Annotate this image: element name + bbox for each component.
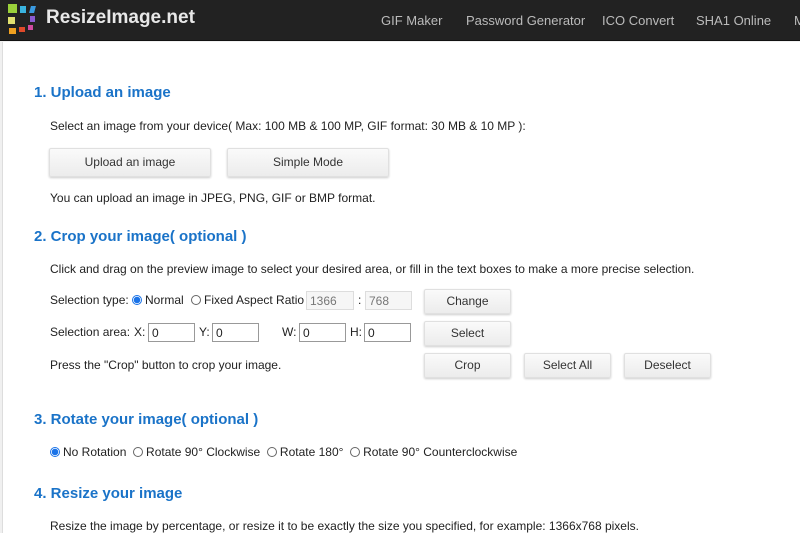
upload-desc: Select an image from your device( Max: 1… [50, 119, 526, 133]
crop-button[interactable]: Crop [424, 353, 511, 378]
crop-instructions: Press the "Crop" button to crop your ima… [50, 358, 282, 372]
crop-title: 2. Crop your image( optional ) [34, 228, 247, 245]
change-button[interactable]: Change [424, 289, 511, 314]
logo-icon[interactable] [6, 4, 40, 36]
top-navbar: ResizeImage.net GIF Maker Password Gener… [0, 0, 800, 41]
rotate-title: 3. Rotate your image( optional ) [34, 411, 259, 428]
radio-unchecked-icon [266, 447, 277, 457]
h-label: H: [350, 325, 362, 339]
x-label: X: [134, 325, 146, 339]
w-label: W: [282, 325, 297, 339]
ratio-width-input[interactable] [306, 291, 354, 310]
h-input[interactable] [364, 323, 411, 342]
nav-sha1-online[interactable]: SHA1 Online [696, 13, 771, 28]
radio-checked-icon [50, 447, 60, 457]
rotate-option-label: Rotate 90° Clockwise [146, 445, 261, 459]
radio-unchecked-icon [191, 295, 201, 305]
upload-formats: You can upload an image in JPEG, PNG, GI… [50, 191, 376, 205]
x-input[interactable] [148, 323, 195, 342]
upload-image-button[interactable]: Upload an image [49, 148, 211, 177]
simple-mode-button[interactable]: Simple Mode [227, 148, 389, 177]
ratio-height-input[interactable] [365, 291, 412, 310]
rotate-90ccw-radio[interactable]: Rotate 90° Counterclockwise [350, 445, 517, 459]
rotate-option-label: Rotate 180° [279, 445, 344, 459]
y-input[interactable] [212, 323, 259, 342]
nav-password-generator[interactable]: Password Generator [466, 13, 585, 28]
select-all-button[interactable]: Select All [524, 353, 611, 378]
nav-ico-convert[interactable]: ICO Convert [602, 13, 674, 28]
brand-link[interactable]: ResizeImage.net [46, 7, 195, 29]
upload-title: 1. Upload an image [34, 84, 171, 101]
rotate-180-radio[interactable]: Rotate 180° [266, 445, 344, 459]
nav-gif-maker[interactable]: GIF Maker [381, 13, 442, 28]
nav-more[interactable]: M [794, 13, 800, 28]
rotate-options: No Rotation Rotate 90° Clockwise Rotate … [50, 445, 517, 459]
deselect-button[interactable]: Deselect [624, 353, 711, 378]
rotate-option-label: No Rotation [63, 445, 127, 459]
resize-title: 4. Resize your image [34, 485, 183, 502]
resize-desc: Resize the image by percentage, or resiz… [50, 519, 639, 533]
rotate-90cw-radio[interactable]: Rotate 90° Clockwise [133, 445, 260, 459]
main-content: 1. Upload an image Select an image from … [2, 42, 800, 533]
normal-radio[interactable]: Normal [132, 293, 184, 307]
radio-checked-icon [132, 295, 142, 305]
select-button[interactable]: Select [424, 321, 511, 346]
radio-unchecked-icon [133, 447, 144, 457]
normal-label: Normal [145, 293, 184, 307]
fixed-ratio-radio[interactable]: Fixed Aspect Ratio [191, 293, 304, 307]
fixed-label: Fixed Aspect Ratio [204, 293, 305, 307]
selection-type-label: Selection type: [50, 293, 129, 307]
selection-area-label: Selection area: [50, 325, 131, 339]
y-label: Y: [199, 325, 210, 339]
w-input[interactable] [299, 323, 346, 342]
ratio-colon: : [358, 293, 362, 307]
rotate-none-radio[interactable]: No Rotation [50, 445, 126, 459]
rotate-option-label: Rotate 90° Counterclockwise [363, 445, 518, 459]
radio-unchecked-icon [350, 447, 361, 457]
crop-desc: Click and drag on the preview image to s… [50, 262, 695, 276]
